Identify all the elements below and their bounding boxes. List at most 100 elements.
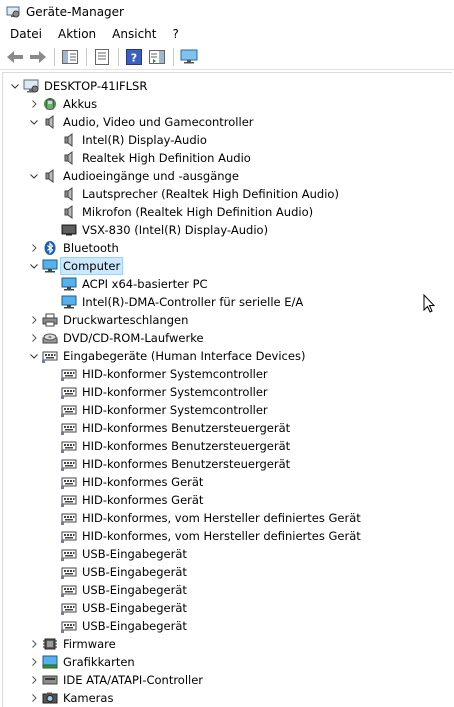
tree-item[interactable]: USB-Eingabegerät — [3, 545, 452, 563]
toolbar-separator — [173, 47, 174, 66]
tree-item[interactable]: Realtek High Definition Audio — [3, 149, 452, 167]
tree-item[interactable]: USB-Eingabegerät — [3, 563, 452, 581]
tree-item[interactable]: Audioeingänge und -ausgänge — [3, 167, 452, 185]
tree-item[interactable]: HID-konformes Gerät — [3, 491, 452, 509]
monitor-icon — [42, 258, 58, 274]
speaker-icon — [61, 132, 77, 148]
chevron-right-icon[interactable] — [26, 636, 42, 652]
chevron-right-icon[interactable] — [26, 330, 42, 346]
menu-aktion[interactable]: Aktion — [50, 27, 104, 41]
chevron-down-icon[interactable] — [7, 78, 23, 94]
tree-item[interactable]: Computer — [3, 257, 452, 275]
disc-drive-icon — [42, 330, 58, 346]
tree-item[interactable]: HID-konformes, vom Hersteller definierte… — [3, 527, 452, 545]
tree-item[interactable]: HID-konformer Systemcontroller — [3, 383, 452, 401]
toolbar-properties-button[interactable] — [91, 47, 112, 67]
window-title: Geräte-Manager — [26, 5, 124, 19]
menu-ansicht[interactable]: Ansicht — [104, 27, 164, 41]
tree-item[interactable]: Akkus — [3, 95, 452, 113]
tree-item[interactable]: Eingabegeräte (Human Interface Devices) — [3, 347, 452, 365]
ide-controller-icon — [42, 672, 58, 688]
menu-datei[interactable]: Datei — [2, 27, 50, 41]
chevron-down-icon[interactable] — [26, 258, 42, 274]
chevron-right-icon[interactable] — [26, 240, 42, 256]
toolbar-scan-hardware-button[interactable] — [178, 47, 199, 67]
tree-item-label: USB-Eingabegerät — [82, 565, 187, 579]
chevron-down-icon[interactable] — [26, 348, 42, 364]
tree-item[interactable]: USB-Eingabegerät — [3, 617, 452, 635]
tree-item-label: IDE ATA/ATAPI-Controller — [63, 673, 204, 687]
toolbar-separator — [54, 47, 55, 66]
firmware-icon — [42, 636, 58, 652]
tree-item[interactable]: Mikrofon (Realtek High Definition Audio) — [3, 203, 452, 221]
chevron-right-icon[interactable] — [26, 312, 42, 328]
tree-item[interactable]: USB-Eingabegerät — [3, 581, 452, 599]
tree-item[interactable]: IDE ATA/ATAPI-Controller — [3, 671, 452, 689]
tree-item[interactable]: Druckwarteschlangen — [3, 311, 452, 329]
display-adapter-icon — [42, 654, 58, 670]
tree-item-label: USB-Eingabegerät — [82, 583, 187, 597]
tree-item-label: Eingabegeräte (Human Interface Devices) — [63, 349, 306, 363]
monitor-icon — [61, 276, 77, 292]
toolbar-action-pane-button[interactable] — [146, 47, 167, 67]
monitor-scan-icon — [180, 49, 198, 65]
tree-item[interactable]: Kameras — [3, 689, 452, 707]
chevron-right-icon[interactable] — [26, 690, 42, 706]
toolbar-forward-button[interactable] — [27, 47, 48, 67]
tree-item[interactable]: HID-konformer Systemcontroller — [3, 365, 452, 383]
hid-icon — [61, 546, 77, 562]
toolbar: ? — [0, 44, 454, 70]
chevron-down-icon[interactable] — [26, 114, 42, 130]
tree-item-label: DESKTOP-41IFLSR — [44, 79, 148, 93]
tree-item[interactable]: ACPI x64-basierter PC — [3, 275, 452, 293]
tree-item[interactable]: HID-konformes Gerät — [3, 473, 452, 491]
toolbar-help-button[interactable]: ? — [123, 47, 144, 67]
display-audio-icon — [61, 222, 77, 238]
tree-item[interactable]: Grafikkarten — [3, 653, 452, 671]
mouse-cursor-icon — [423, 293, 436, 317]
tree-item[interactable]: DESKTOP-41IFLSR — [3, 77, 452, 95]
tree-item-label: Audioeingänge und -ausgänge — [63, 169, 239, 183]
tree-item[interactable]: HID-konformes Benutzersteuergerät — [3, 419, 452, 437]
tree-item-label: Mikrofon (Realtek High Definition Audio) — [82, 205, 314, 219]
tree-item[interactable]: Lautsprecher (Realtek High Definition Au… — [3, 185, 452, 203]
tree-item[interactable]: Intel(R)-DMA-Controller für serielle E/A — [3, 293, 452, 311]
tree-item-label: USB-Eingabegerät — [82, 619, 187, 633]
tree-item[interactable]: DVD/CD-ROM-Laufwerke — [3, 329, 452, 347]
tree-item-label: Firmware — [63, 637, 116, 651]
device-tree[interactable]: DESKTOP-41IFLSR Akkus Audio, Video und Gam… — [2, 72, 452, 707]
tree-item[interactable]: HID-konformes Benutzersteuergerät — [3, 455, 452, 473]
chevron-right-icon[interactable] — [26, 672, 42, 688]
tree-item-label: USB-Eingabegerät — [82, 601, 187, 615]
tree-item[interactable]: Firmware — [3, 635, 452, 653]
chevron-down-icon[interactable] — [26, 168, 42, 184]
menu-bar: Datei Aktion Ansicht? — [0, 24, 454, 44]
hid-icon — [42, 348, 58, 364]
tree-item[interactable]: HID-konformes Benutzersteuergerät — [3, 437, 452, 455]
tree-item[interactable]: VSX-830 (Intel(R) Display-Audio) — [3, 221, 452, 239]
hid-icon — [61, 618, 77, 634]
tree-item[interactable]: USB-Eingabegerät — [3, 599, 452, 617]
tree-item[interactable]: Audio, Video und Gamecontroller — [3, 113, 452, 131]
tree-item-label: Kameras — [63, 691, 114, 705]
chevron-right-icon[interactable] — [26, 654, 42, 670]
chevron-right-icon[interactable] — [26, 96, 42, 112]
toolbar-show-hide-button[interactable] — [59, 47, 80, 67]
tree-item[interactable]: Bluetooth — [3, 239, 452, 257]
tree-item[interactable]: Intel(R) Display-Audio — [3, 131, 452, 149]
battery-icon — [42, 96, 58, 112]
menu-help[interactable]: ? — [164, 27, 186, 41]
tree-item[interactable]: HID-konformer Systemcontroller — [3, 401, 452, 419]
toolbar-back-button[interactable] — [4, 47, 25, 67]
tree-item[interactable]: HID-konformes, vom Hersteller definierte… — [3, 509, 452, 527]
help-icon: ? — [125, 48, 142, 65]
